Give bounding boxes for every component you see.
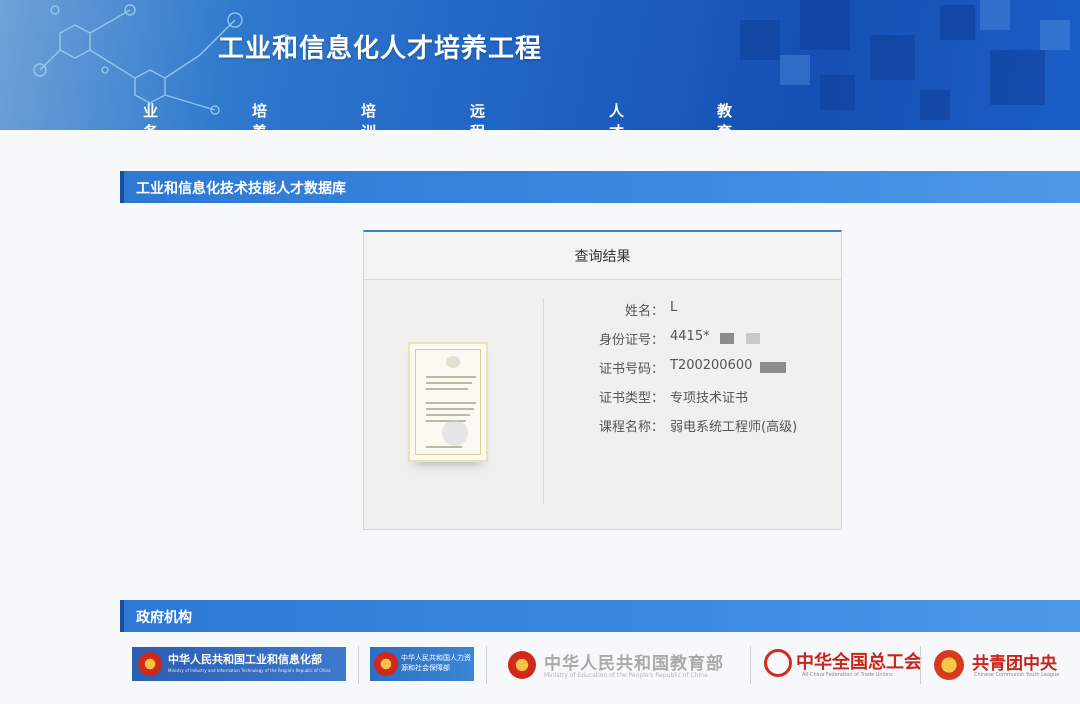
- gov-section-title: 政府机构: [136, 610, 192, 626]
- database-section-bar: 工业和信息化技术技能人才数据库: [120, 171, 1080, 203]
- logo-cyl-name: 共青团中央: [972, 654, 1057, 674]
- card-header: 查询结果: [364, 232, 841, 280]
- logo-acftu-name: 中华全国总工会: [796, 652, 922, 673]
- nav-item-business[interactable]: 业务介绍: [143, 100, 158, 130]
- gov-logos: 中华人民共和国工业和信息化部 Ministry of Industry and …: [120, 640, 1080, 704]
- name-value: L: [670, 300, 678, 315]
- database-section-title: 工业和信息化技术技能人才数据库: [136, 181, 346, 197]
- certificate-text-line: [426, 408, 474, 410]
- logo-miit[interactable]: 中华人民共和国工业和信息化部 Ministry of Industry and …: [132, 647, 346, 681]
- nav-item-training-news[interactable]: 教育培训动态: [717, 100, 732, 130]
- logo-divider: [750, 646, 751, 684]
- id-number-value: 4415*: [670, 329, 710, 344]
- logo-moe-sub: Ministry of Education of the People's Re…: [544, 672, 708, 679]
- youth-league-emblem-icon: [934, 650, 964, 680]
- name-label: 姓名：: [624, 304, 664, 319]
- gov-section-bar: 政府机构: [120, 600, 1080, 632]
- card-title: 查询结果: [574, 249, 631, 265]
- cert-type-label: 证书类型：: [598, 391, 664, 406]
- cert-number-value: T200200600: [670, 358, 753, 373]
- site-title: 工业和信息化人才培养工程: [218, 34, 543, 64]
- national-emblem-icon: [508, 651, 536, 679]
- logo-divider: [358, 646, 359, 684]
- logo-divider: [920, 646, 921, 684]
- card-divider: [543, 298, 544, 504]
- redaction-mask: [746, 333, 760, 344]
- course-name-label: 课程名称：: [598, 420, 664, 435]
- certificate-image: [408, 342, 488, 462]
- national-emblem-icon: [138, 652, 162, 676]
- query-result-card: 查询结果 姓名： L 身份证号： 4415* 证书号码： T200200600 …: [363, 230, 842, 530]
- certificate-text-line: [426, 382, 472, 384]
- certificate-border: [415, 349, 481, 455]
- nav-item-training-standard[interactable]: 培养标准: [252, 100, 267, 130]
- nav-item-remote-education[interactable]: 远程学历教育: [470, 100, 485, 130]
- logo-moe-name: 中华人民共和国教育部: [544, 654, 724, 674]
- certificate-text-line: [426, 376, 476, 378]
- trade-union-emblem-icon: [764, 649, 792, 677]
- logo-cyl[interactable]: 共青团中央 Chinese Communist Youth League: [934, 647, 1074, 681]
- logo-acftu-sub: All-China Federation of Trade Unions: [802, 672, 893, 678]
- site-header: 工业和信息化人才培养工程 业务介绍 培养标准 培训管理 远程学历教育 人才研究 …: [0, 0, 1080, 130]
- certificate-text-line: [426, 414, 470, 416]
- square-pattern-decoration: [740, 0, 1070, 120]
- id-number-label: 身份证号：: [598, 333, 664, 348]
- cert-type-value: 专项技术证书: [670, 391, 749, 406]
- logo-miit-sub: Ministry of Industry and Information Tec…: [168, 668, 331, 673]
- certificate-emblem: [446, 356, 460, 368]
- redaction-mask: [720, 333, 734, 344]
- course-name-value: 弱电系统工程师(高级): [670, 420, 798, 435]
- nav-item-training-management[interactable]: 培训管理: [361, 100, 376, 130]
- certificate-text-line: [426, 388, 468, 390]
- logo-mohrss[interactable]: 中华人民共和国人力资源和社会保障部: [370, 647, 474, 681]
- nav-item-talent-research[interactable]: 人才研究: [609, 100, 624, 130]
- certificate-text-line: [426, 446, 462, 448]
- certificate-text-line: [426, 402, 476, 404]
- certificate-seal: [442, 420, 468, 446]
- cert-number-label: 证书号码：: [598, 362, 664, 377]
- logo-acftu[interactable]: 中华全国总工会 All-China Federation of Trade Un…: [762, 647, 922, 681]
- redaction-mask: [760, 362, 786, 373]
- logo-miit-name: 中华人民共和国工业和信息化部: [168, 653, 322, 666]
- logo-cyl-sub: Chinese Communist Youth League: [974, 672, 1060, 678]
- logo-divider: [486, 646, 487, 684]
- national-emblem-icon: [374, 652, 398, 676]
- logo-mohrss-name: 中华人民共和国人力资源和社会保障部: [401, 654, 471, 672]
- logo-moe[interactable]: 中华人民共和国教育部 Ministry of Education of the …: [502, 647, 742, 681]
